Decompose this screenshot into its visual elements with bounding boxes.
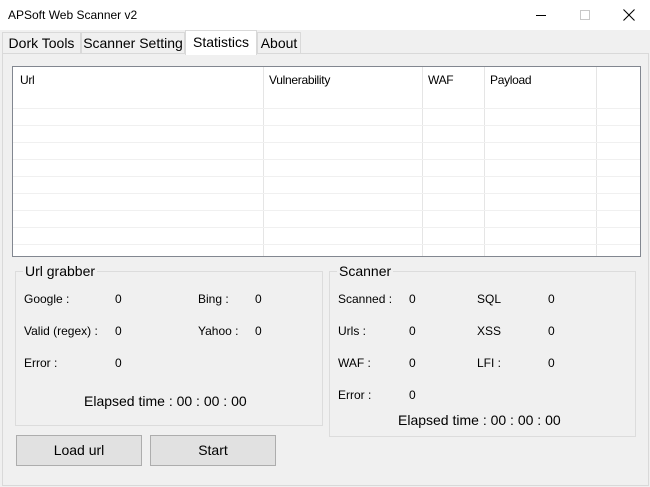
- tab-about[interactable]: About: [257, 32, 301, 54]
- grid-line: [13, 210, 640, 211]
- google-count: 0: [115, 292, 122, 306]
- grid-line: [13, 159, 640, 160]
- grid-line: [13, 142, 640, 143]
- maximize-icon: [580, 10, 590, 20]
- scanned-count: 0: [409, 292, 416, 306]
- grid-line: [13, 227, 640, 228]
- scanner-error-label: Error :: [338, 388, 372, 402]
- scanner-title: Scanner: [337, 263, 394, 280]
- grabber-error-label: Error :: [24, 356, 58, 370]
- tab-statistics[interactable]: Statistics: [185, 30, 257, 55]
- scanner-elapsed-time: Elapsed time : 00 : 00 : 00: [398, 412, 561, 428]
- tab-scanner-setting[interactable]: Scanner Setting: [81, 32, 185, 54]
- waf-count: 0: [409, 356, 416, 370]
- table-header: Url Vulnerability WAF Payload: [13, 67, 640, 92]
- grid-line: [13, 108, 640, 109]
- start-button[interactable]: Start: [150, 435, 276, 466]
- minimize-icon: [536, 15, 546, 16]
- grabber-error-count: 0: [115, 356, 122, 370]
- sql-count: 0: [548, 292, 555, 306]
- waf-label: WAF :: [338, 356, 371, 370]
- minimize-button[interactable]: [518, 0, 564, 30]
- scanned-label: Scanned :: [338, 292, 393, 306]
- tab-dork-tools[interactable]: Dork Tools: [2, 32, 81, 54]
- grid-line: [13, 193, 640, 194]
- bing-count: 0: [255, 292, 262, 306]
- close-button[interactable]: [606, 0, 650, 30]
- lfi-label: LFI :: [477, 356, 502, 370]
- grid-line: [13, 244, 640, 245]
- column-header-vulnerability[interactable]: Vulnerability: [262, 67, 421, 92]
- tab-strip: Dork Tools Scanner Setting Statistics Ab…: [2, 30, 648, 55]
- grid-line: [13, 125, 640, 126]
- yahoo-label: Yahoo :: [198, 324, 239, 338]
- column-header-url[interactable]: Url: [13, 67, 263, 92]
- urls-count: 0: [409, 324, 416, 338]
- valid-regex-label: Valid (regex) :: [24, 324, 98, 338]
- url-grabber-title: Url grabber: [23, 263, 98, 280]
- valid-regex-count: 0: [115, 324, 122, 338]
- window-title: APSoft Web Scanner v2: [8, 8, 138, 22]
- grabber-elapsed-time: Elapsed time : 00 : 00 : 00: [84, 393, 247, 409]
- maximize-button[interactable]: [562, 0, 608, 30]
- xss-label: XSS: [477, 324, 502, 338]
- bing-label: Bing :: [198, 292, 229, 306]
- title-bar: APSoft Web Scanner v2: [0, 0, 650, 30]
- column-header-payload[interactable]: Payload: [483, 67, 595, 92]
- column-header-waf[interactable]: WAF: [421, 67, 483, 92]
- load-url-button[interactable]: Load url: [16, 435, 142, 466]
- google-label: Google :: [24, 292, 70, 306]
- lfi-count: 0: [548, 356, 555, 370]
- close-icon: [623, 9, 635, 21]
- urls-label: Urls :: [338, 324, 366, 338]
- grid-line: [13, 176, 640, 177]
- sql-label: SQL: [477, 292, 502, 306]
- yahoo-count: 0: [255, 324, 262, 338]
- results-table[interactable]: Url Vulnerability WAF Payload: [12, 66, 641, 257]
- scanner-error-count: 0: [409, 388, 416, 402]
- xss-count: 0: [548, 324, 555, 338]
